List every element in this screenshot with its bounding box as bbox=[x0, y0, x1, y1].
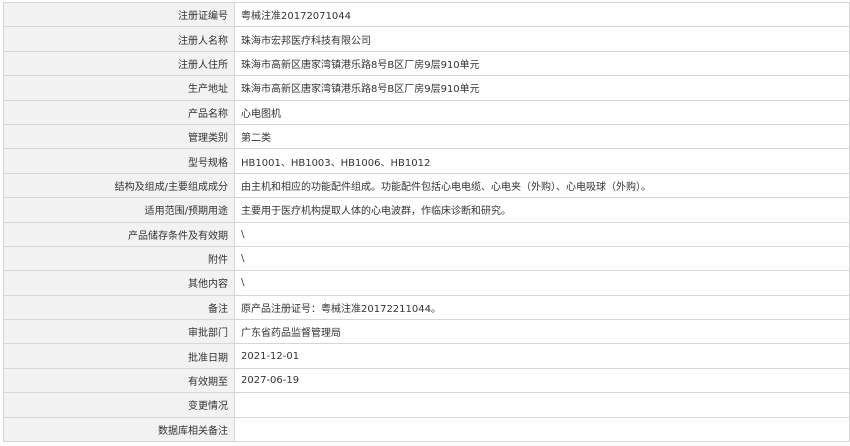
table-row: 生产地址 珠海市高新区唐家湾镇港乐路8号B区厂房9层910单元 bbox=[3, 75, 850, 101]
row-value bbox=[234, 392, 850, 418]
row-value: 由主机和相应的功能配件组成。功能配件包括心电电缆、心电夹（外购）、心电吸球（外购… bbox=[234, 172, 850, 199]
row-value: HB1001、HB1003、HB1006、HB1012 bbox=[234, 148, 850, 174]
row-label: 其他内容 bbox=[3, 270, 235, 296]
row-label: 数据库相关备注 bbox=[3, 416, 235, 443]
table-row: 变更情况 bbox=[3, 392, 850, 418]
row-value: 原产品注册证号：粤械注准20172211044。 bbox=[234, 294, 850, 321]
row-value: 广东省药品监督管理局 bbox=[234, 319, 850, 345]
row-label: 批准日期 bbox=[3, 343, 235, 369]
row-label: 生产地址 bbox=[3, 75, 235, 101]
table-row: 批准日期 2021-12-01 bbox=[3, 343, 850, 369]
row-label: 管理类别 bbox=[3, 123, 235, 150]
row-value: 心电图机 bbox=[234, 99, 850, 125]
row-label: 附件 bbox=[3, 245, 235, 272]
table-row: 适用范围/预期用途 主要用于医疗机构提取人体的心电波群，作临床诊断和研究。 bbox=[3, 197, 850, 223]
row-label: 注册人名称 bbox=[3, 26, 235, 52]
row-label: 审批部门 bbox=[3, 319, 235, 345]
table-row: 其他内容 \ bbox=[3, 270, 850, 296]
row-label: 型号规格 bbox=[3, 148, 235, 174]
table-row: 管理类别 第二类 bbox=[3, 123, 850, 150]
table-row: 注册人名称 珠海市宏邦医疗科技有限公司 bbox=[3, 26, 850, 52]
row-value: 珠海市高新区唐家湾镇港乐路8号B区厂房9层910单元 bbox=[234, 50, 850, 77]
table-row: 有效期至 2027-06-19 bbox=[3, 367, 850, 394]
row-label: 备注 bbox=[3, 294, 235, 321]
row-value: \ bbox=[234, 221, 850, 247]
table-row: 附件 \ bbox=[3, 245, 850, 272]
row-label: 产品储存条件及有效期 bbox=[3, 221, 235, 247]
table-row: 数据库相关备注 bbox=[3, 416, 850, 443]
row-value: 粤械注准20172071044 bbox=[234, 1, 850, 28]
table-row: 备注 原产品注册证号：粤械注准20172211044。 bbox=[3, 294, 850, 321]
table-row: 产品储存条件及有效期 \ bbox=[3, 221, 850, 247]
row-label: 变更情况 bbox=[3, 392, 235, 418]
row-label: 产品名称 bbox=[3, 99, 235, 125]
row-label: 注册证编号 bbox=[3, 1, 235, 28]
row-label: 适用范围/预期用途 bbox=[3, 197, 235, 223]
table-row: 型号规格 HB1001、HB1003、HB1006、HB1012 bbox=[3, 148, 850, 174]
row-value: 珠海市宏邦医疗科技有限公司 bbox=[234, 26, 850, 52]
row-label: 有效期至 bbox=[3, 367, 235, 394]
row-label: 注册人住所 bbox=[3, 50, 235, 77]
table-row: 结构及组成/主要组成成分 由主机和相应的功能配件组成。功能配件包括心电电缆、心电… bbox=[3, 172, 850, 199]
row-value: \ bbox=[234, 245, 850, 272]
table-row: 产品名称 心电图机 bbox=[3, 99, 850, 125]
registration-info-table: 注册证编号 粤械注准20172071044 注册人名称 珠海市宏邦医疗科技有限公… bbox=[3, 1, 850, 443]
table-row: 注册证编号 粤械注准20172071044 bbox=[3, 1, 850, 28]
row-value: 珠海市高新区唐家湾镇港乐路8号B区厂房9层910单元 bbox=[234, 75, 850, 101]
row-value: 第二类 bbox=[234, 123, 850, 150]
row-value: 2027-06-19 bbox=[234, 367, 850, 394]
table-row: 审批部门 广东省药品监督管理局 bbox=[3, 319, 850, 345]
row-label: 结构及组成/主要组成成分 bbox=[3, 172, 235, 199]
row-value: 主要用于医疗机构提取人体的心电波群，作临床诊断和研究。 bbox=[234, 197, 850, 223]
row-value bbox=[234, 416, 850, 443]
row-value: \ bbox=[234, 270, 850, 296]
row-value: 2021-12-01 bbox=[234, 343, 850, 369]
table-row: 注册人住所 珠海市高新区唐家湾镇港乐路8号B区厂房9层910单元 bbox=[3, 50, 850, 77]
